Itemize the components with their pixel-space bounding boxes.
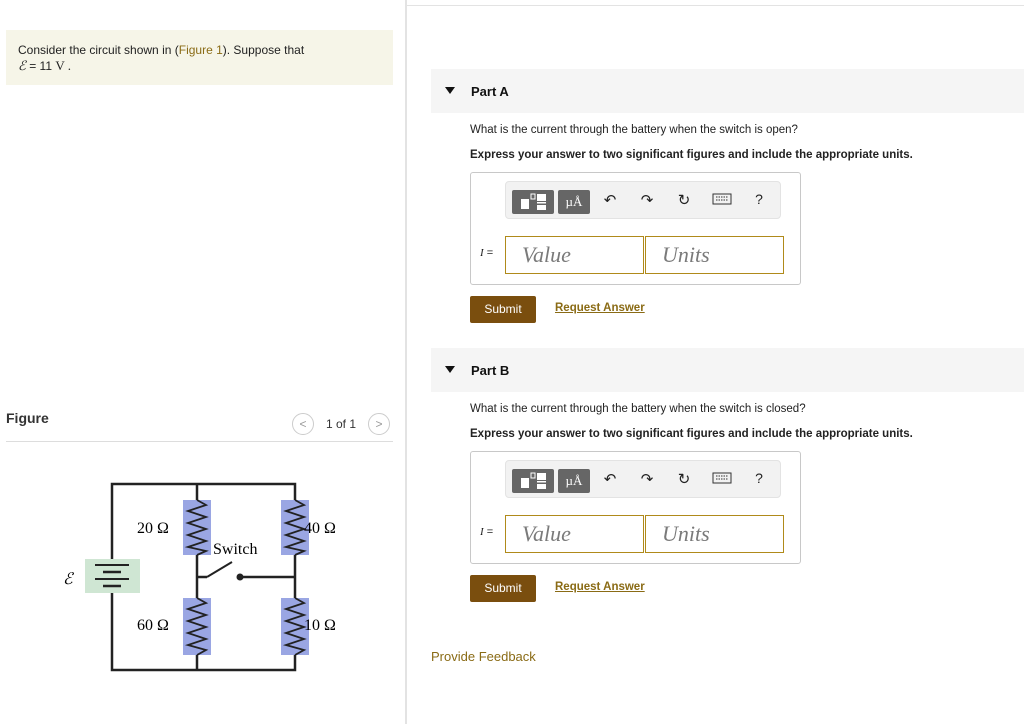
- keyboard-glyph: [712, 472, 732, 484]
- part-a-header[interactable]: Part A: [431, 69, 1024, 113]
- templates-button[interactable]: [512, 190, 554, 214]
- collapse-triangle-icon[interactable]: [445, 87, 455, 94]
- part-b-answer-box: µÅ ↶ ↷ ↻ ? I = Value Units: [470, 451, 801, 564]
- units-button[interactable]: µÅ: [558, 190, 590, 214]
- collapse-triangle-icon[interactable]: [445, 366, 455, 373]
- math-toolbar: µÅ ↶ ↷ ↻ ?: [505, 460, 781, 498]
- part-a-submit-button[interactable]: Submit: [470, 296, 536, 323]
- problem-text-start: Consider the circuit shown in (: [18, 43, 179, 57]
- emf-period: .: [64, 58, 71, 73]
- current-variable-label: I =: [480, 526, 493, 538]
- problem-text: Consider the circuit shown in (Figure 1)…: [18, 43, 304, 57]
- part-a-instruction: Express your answer to two significant f…: [470, 149, 913, 161]
- part-b-question: What is the current through the battery …: [470, 403, 806, 415]
- equals-sign: =: [483, 247, 494, 259]
- problem-statement: Consider the circuit shown in (Figure 1)…: [6, 30, 393, 85]
- undo-icon[interactable]: ↶: [600, 191, 620, 209]
- part-b-title: Part B: [471, 363, 510, 378]
- left-column: Consider the circuit shown in (Figure 1)…: [0, 0, 405, 724]
- part-a-question: What is the current through the battery …: [470, 124, 798, 136]
- value-input[interactable]: Value: [505, 515, 644, 553]
- switch-contact: [236, 573, 244, 581]
- column-divider: [405, 0, 407, 724]
- resistor-10-label: 10 Ω: [304, 617, 336, 634]
- figure-link[interactable]: Figure 1: [179, 43, 223, 57]
- part-b-header[interactable]: Part B: [431, 348, 1024, 392]
- figure-divider: [6, 441, 393, 442]
- keyboard-glyph: [712, 193, 732, 205]
- equals-sign: =: [483, 526, 494, 538]
- emf-equals: = 11: [25, 59, 56, 73]
- value-input[interactable]: Value: [505, 236, 644, 274]
- part-a-request-answer-link[interactable]: Request Answer: [555, 302, 645, 314]
- reset-icon[interactable]: ↻: [674, 470, 694, 488]
- chevron-left-icon: <: [299, 417, 307, 431]
- units-input[interactable]: Units: [645, 515, 784, 553]
- emf-symbol: ℰ: [18, 58, 26, 73]
- figure-page-count: 1 of 1: [326, 417, 357, 431]
- help-icon[interactable]: ?: [749, 191, 769, 207]
- switch-label: Switch: [213, 541, 257, 558]
- templates-button[interactable]: [512, 469, 554, 493]
- previous-figure-button[interactable]: <: [292, 413, 314, 435]
- units-input[interactable]: Units: [645, 236, 784, 274]
- part-b-request-answer-link[interactable]: Request Answer: [555, 581, 645, 593]
- part-a-answer-box: µÅ ↶ ↷ ↻ ? I = Value Units: [470, 172, 801, 285]
- part-b-submit-button[interactable]: Submit: [470, 575, 536, 602]
- part-b-instruction: Express your answer to two significant f…: [470, 428, 913, 440]
- keyboard-icon[interactable]: [712, 471, 732, 489]
- help-icon[interactable]: ?: [749, 470, 769, 486]
- resistor-60-label: 60 Ω: [137, 617, 169, 634]
- emf-label: ℰ: [63, 571, 75, 588]
- switch-blade: [206, 561, 233, 578]
- chevron-right-icon: >: [375, 417, 383, 431]
- redo-icon[interactable]: ↷: [637, 470, 657, 488]
- reset-icon[interactable]: ↻: [674, 191, 694, 209]
- math-toolbar: µÅ ↶ ↷ ↻ ?: [505, 181, 781, 219]
- redo-icon[interactable]: ↷: [637, 191, 657, 209]
- resistor-20-label: 20 Ω: [137, 520, 169, 537]
- templates-icon: [521, 193, 546, 210]
- emf-value: ℰ = 11 V .: [18, 58, 71, 74]
- keyboard-icon[interactable]: [712, 192, 732, 210]
- problem-text-end: ). Suppose that: [222, 43, 305, 57]
- next-figure-button[interactable]: >: [368, 413, 390, 435]
- emf-unit: V: [55, 58, 65, 73]
- figure-label: Figure: [6, 410, 49, 426]
- units-button[interactable]: µÅ: [558, 469, 590, 493]
- templates-icon: [521, 472, 546, 489]
- undo-icon[interactable]: ↶: [600, 470, 620, 488]
- resistor-40-label: 40 Ω: [304, 520, 336, 537]
- provide-feedback-link[interactable]: Provide Feedback: [431, 649, 536, 664]
- circuit-diagram: ℰ 20 Ω 60 Ω 40 Ω 10 Ω Switch: [63, 482, 336, 672]
- current-variable-label: I =: [480, 247, 493, 259]
- top-divider: [407, 5, 1024, 6]
- part-a-title: Part A: [471, 84, 509, 99]
